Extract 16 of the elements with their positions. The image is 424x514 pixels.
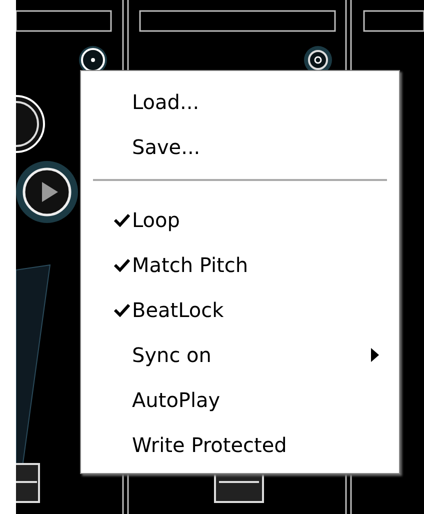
submenu-arrow-icon (371, 348, 379, 362)
checkmark-icon (114, 302, 130, 316)
fader-handle-icon[interactable] (214, 471, 264, 503)
checkmark-icon (114, 212, 130, 226)
checkmark-icon (114, 258, 130, 272)
menu-item[interactable]: AutoPlay (81, 377, 399, 422)
menu-item[interactable]: Write Protected (81, 422, 399, 467)
fader-handle-icon[interactable] (16, 463, 40, 503)
dial-icon[interactable] (16, 95, 45, 153)
menu-item[interactable]: Sync on (81, 332, 399, 377)
menu-item[interactable]: Save... (81, 124, 399, 169)
play-button-icon[interactable] (16, 161, 78, 223)
menu-item[interactable]: BeatLock (81, 287, 399, 332)
menu-item[interactable]: Match Pitch (81, 242, 399, 287)
menu-item[interactable]: Loop (81, 197, 399, 242)
menu-item[interactable]: Load... (81, 79, 399, 124)
